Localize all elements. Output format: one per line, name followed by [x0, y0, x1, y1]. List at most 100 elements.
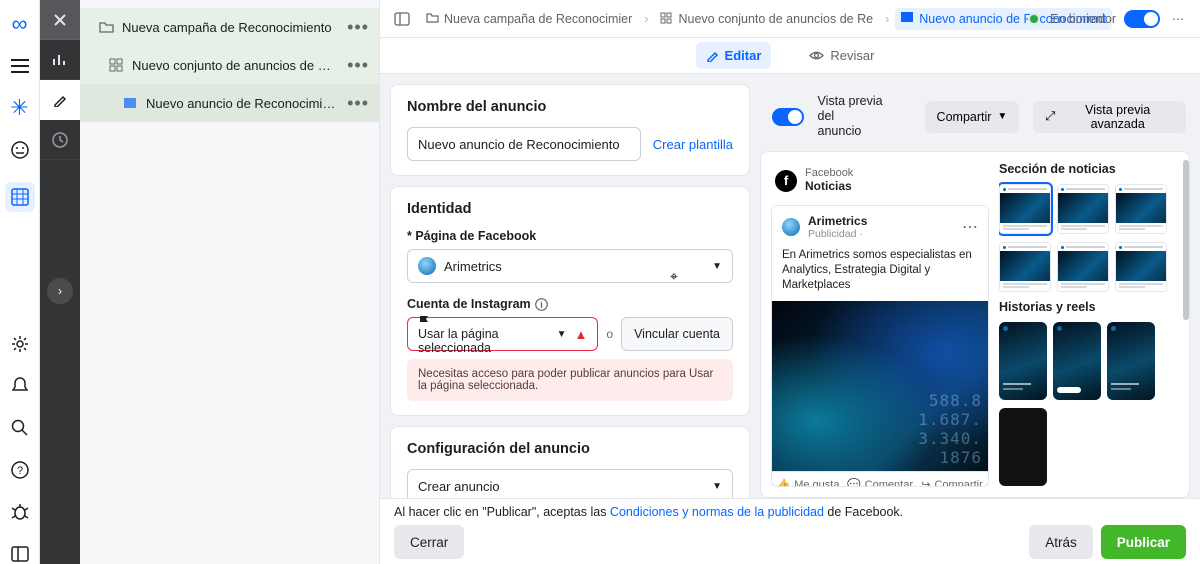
tab-review[interactable]: Revisar: [799, 42, 884, 69]
tab-edit-label: Editar: [725, 48, 762, 63]
overflow-icon[interactable]: ⋯: [1168, 9, 1188, 29]
grid-icon: [108, 57, 124, 73]
placement-thumb[interactable]: [1115, 184, 1167, 234]
warning-icon: ▲: [575, 327, 588, 342]
feed-image: [772, 301, 988, 471]
feed-body: En Arimetrics somos especialistas en Ana…: [772, 248, 988, 301]
svg-text:?: ?: [16, 465, 22, 477]
preview-platform: Facebook: [805, 168, 853, 179]
global-nav-rail: ∞ ✳︎ ?: [0, 0, 40, 564]
breadcrumb-adset[interactable]: Nuevo conjunto de anuncios de Re: [654, 8, 879, 30]
ad-icon: [122, 95, 138, 111]
footer-disclaimer: Al hacer clic en "Publicar", aceptas las…: [394, 505, 1186, 519]
feed-card: ArimetricsPublicidad · ⋯ En Arimetrics s…: [771, 205, 989, 487]
search-icon[interactable]: [10, 418, 30, 438]
like-button[interactable]: 👍 Me gusta: [772, 472, 844, 487]
meta-logo-icon[interactable]: ∞: [10, 14, 30, 34]
placement-thumb[interactable]: [1057, 242, 1109, 292]
brand-avatar-icon: [782, 218, 800, 236]
ad-name-title: Nombre del anuncio: [407, 99, 733, 115]
feed-meta: Publicidad ·: [808, 228, 867, 240]
back-button[interactable]: Atrás: [1029, 525, 1093, 559]
tree-campaign[interactable]: Nueva campaña de Reconocimiento •••: [80, 8, 379, 46]
placement-thumb[interactable]: [999, 184, 1051, 234]
edit-tools-rail: ›: [40, 0, 80, 564]
create-template-link[interactable]: Crear plantilla: [653, 137, 733, 152]
gear-icon[interactable]: [10, 334, 30, 354]
story-thumb[interactable]: [1107, 322, 1155, 400]
chart-icon[interactable]: [40, 40, 80, 80]
share-button[interactable]: Compartir▼: [925, 101, 1020, 133]
tab-review-label: Revisar: [830, 48, 874, 63]
status-dot-icon: [1030, 15, 1038, 23]
tree-adset[interactable]: Nuevo conjunto de anuncios de Recon… •••: [80, 46, 379, 84]
flag-icon: [418, 314, 431, 327]
clock-icon[interactable]: [40, 120, 80, 160]
ads-manager-icon[interactable]: [5, 182, 35, 212]
ig-warning-box: Necesitas acceso para poder publicar anu…: [407, 359, 733, 401]
share-action-button[interactable]: ↪ Compartir: [916, 472, 988, 487]
info-icon[interactable]: i: [535, 298, 548, 311]
tree-adset-label: Nuevo conjunto de anuncios de Recon…: [132, 58, 339, 73]
scrollbar[interactable]: [1183, 152, 1189, 497]
close-icon[interactable]: [40, 0, 80, 40]
story-thumb[interactable]: [999, 322, 1047, 400]
publish-button[interactable]: Publicar: [1101, 525, 1186, 559]
bug-icon[interactable]: [10, 502, 30, 522]
atom-icon[interactable]: ✳︎: [10, 98, 30, 118]
placement-thumb[interactable]: [1057, 184, 1109, 234]
ad-name-card: Nombre del anuncio Crear plantilla: [390, 84, 750, 176]
story-thumb[interactable]: [1053, 322, 1101, 400]
advanced-preview-button[interactable]: ⤢Vista previa avanzada: [1033, 101, 1186, 133]
campaign-tree: Nueva campaña de Reconocimiento ••• Nuev…: [80, 0, 380, 564]
chevron-down-icon: ▼: [712, 481, 722, 492]
story-thumb[interactable]: [999, 408, 1047, 486]
chevron-down-icon: ▼: [712, 261, 722, 272]
more-icon[interactable]: ⋯: [962, 217, 978, 237]
more-icon[interactable]: •••: [347, 17, 369, 38]
placement-thumb[interactable]: [999, 242, 1051, 292]
folder-icon: [98, 19, 114, 35]
close-button[interactable]: Cerrar: [394, 525, 464, 559]
identity-card: Identidad * Página de Facebook Arimetric…: [390, 186, 750, 416]
ig-account-select[interactable]: Usar la página seleccionada ▼▲: [407, 317, 598, 351]
hamburger-icon[interactable]: [10, 56, 30, 76]
ad-name-input[interactable]: [407, 127, 641, 161]
identity-title: Identidad: [407, 201, 733, 217]
emoji-icon[interactable]: [10, 140, 30, 160]
form-column: Nombre del anuncio Crear plantilla Ident…: [380, 74, 760, 498]
chevron-right-icon[interactable]: ›: [47, 278, 73, 304]
ad-config-card: Configuración del anuncio Crear anuncio …: [390, 426, 750, 498]
tree-ad-label: Nuevo anuncio de Reconocimiento: [146, 96, 339, 111]
link-account-button[interactable]: Vincular cuenta: [621, 317, 733, 351]
preview-toggle[interactable]: [772, 108, 804, 126]
preview-title-1: Vista previa del: [818, 94, 883, 123]
tab-edit[interactable]: Editar: [696, 42, 772, 69]
create-ad-value: Crear anuncio: [418, 479, 500, 494]
placement-thumb[interactable]: [1115, 242, 1167, 292]
panel-icon[interactable]: [10, 544, 30, 564]
breadcrumb-campaign[interactable]: Nueva campaña de Reconocimier: [420, 8, 638, 30]
ig-account-label: Cuenta de Instagram: [407, 297, 531, 311]
breadcrumb-campaign-label: Nueva campaña de Reconocimier: [444, 12, 632, 26]
collapse-panel-icon[interactable]: [392, 9, 412, 29]
placements-panel: Sección de noticias Historias y reels: [999, 162, 1179, 487]
create-ad-select[interactable]: Crear anuncio ▼: [407, 469, 733, 498]
placements-feed-title: Sección de noticias: [999, 162, 1175, 176]
help-icon[interactable]: ?: [10, 460, 30, 480]
terms-link[interactable]: Condiciones y normas de la publicidad: [610, 505, 824, 519]
more-icon[interactable]: •••: [347, 93, 369, 114]
tree-ad[interactable]: Nuevo anuncio de Reconocimiento •••: [80, 84, 379, 122]
chevron-down-icon: ▼: [557, 329, 567, 340]
top-breadcrumb-bar: Nueva campaña de Reconocimier › Nuevo co…: [380, 0, 1200, 38]
bell-icon[interactable]: [10, 376, 30, 396]
feed-brand: Arimetrics: [808, 214, 867, 228]
fb-page-select[interactable]: Arimetrics ▼: [407, 249, 733, 283]
preview-column: Vista previa delanuncio Compartir▼ ⤢Vist…: [760, 74, 1200, 498]
fb-page-label: * Página de Facebook: [407, 229, 733, 243]
comment-button[interactable]: 💬 Comentar: [844, 472, 916, 487]
pencil-icon[interactable]: [40, 80, 80, 120]
preview-title-2: anuncio: [818, 124, 862, 138]
more-icon[interactable]: •••: [347, 55, 369, 76]
publish-toggle[interactable]: [1124, 10, 1160, 28]
